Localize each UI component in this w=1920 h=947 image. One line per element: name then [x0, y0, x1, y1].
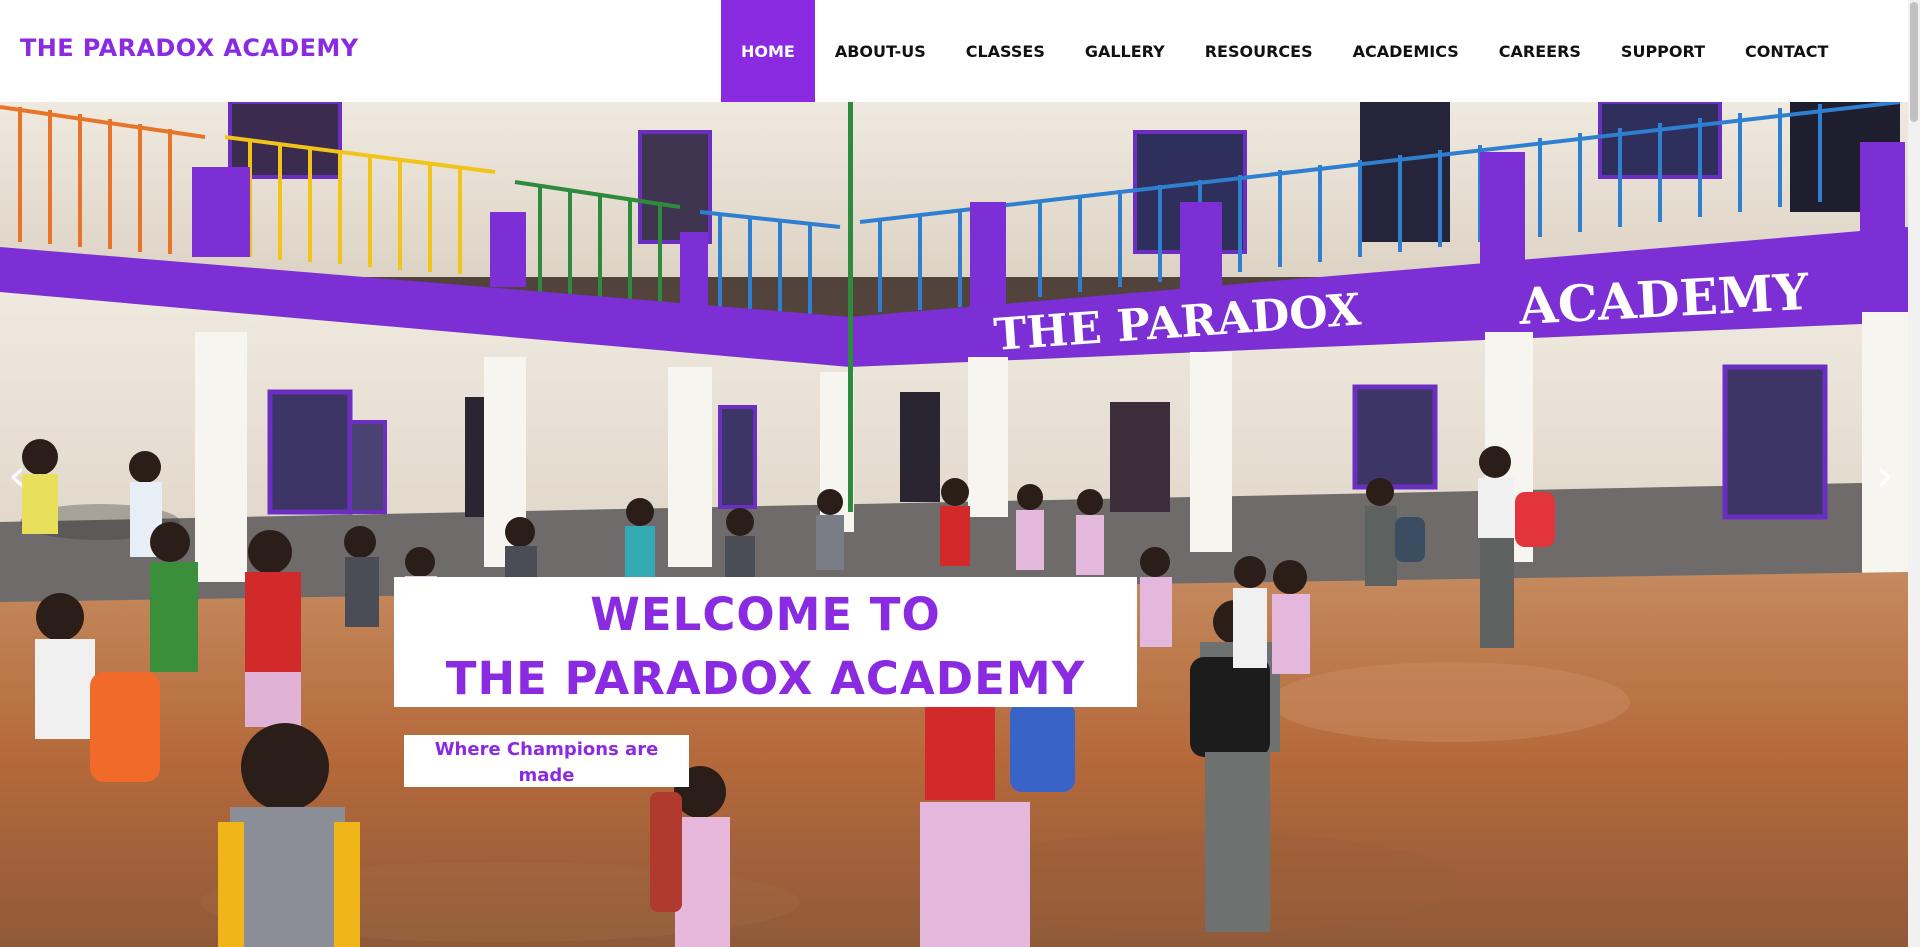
welcome-line-1: WELCOME TO [590, 588, 941, 641]
welcome-banner: WELCOME TO THE PARADOX ACADEMY [394, 577, 1137, 707]
hero-school-photo: THE PARADOX ACADEMY [0, 102, 1908, 947]
nav-item-contact[interactable]: CONTACT [1725, 0, 1848, 102]
hero-carousel: THE PARADOX ACADEMY ‹ › WELCOME TO THE P… [0, 102, 1908, 947]
main-nav: HOME ABOUT-US CLASSES GALLERY RESOURCES … [721, 0, 1848, 102]
chevron-right-icon: › [1875, 448, 1894, 502]
nav-item-support[interactable]: SUPPORT [1601, 0, 1725, 102]
site-header: THE PARADOX ACADEMY HOME ABOUT-US CLASSE… [0, 0, 1908, 102]
nav-item-resources[interactable]: RESOURCES [1185, 0, 1333, 102]
carousel-next[interactable]: › [1876, 452, 1894, 498]
page-scrollbar[interactable] [1908, 0, 1920, 947]
nav-item-academics[interactable]: ACADEMICS [1333, 0, 1479, 102]
chevron-left-icon: ‹ [8, 448, 27, 502]
nav-item-home[interactable]: HOME [721, 0, 815, 102]
scrollbar-thumb[interactable] [1910, 2, 1918, 122]
tagline-banner: Where Champions are made [404, 735, 689, 787]
nav-item-classes[interactable]: CLASSES [946, 0, 1065, 102]
nav-item-about-us[interactable]: ABOUT-US [815, 0, 946, 102]
carousel-prev[interactable]: ‹ [8, 452, 26, 498]
nav-item-careers[interactable]: CAREERS [1479, 0, 1601, 102]
brand-logo-link[interactable]: THE PARADOX ACADEMY [20, 34, 359, 62]
welcome-line-2: THE PARADOX ACADEMY [445, 652, 1086, 705]
tagline-text: Where Champions are made [434, 739, 659, 786]
nav-item-gallery[interactable]: GALLERY [1065, 0, 1185, 102]
